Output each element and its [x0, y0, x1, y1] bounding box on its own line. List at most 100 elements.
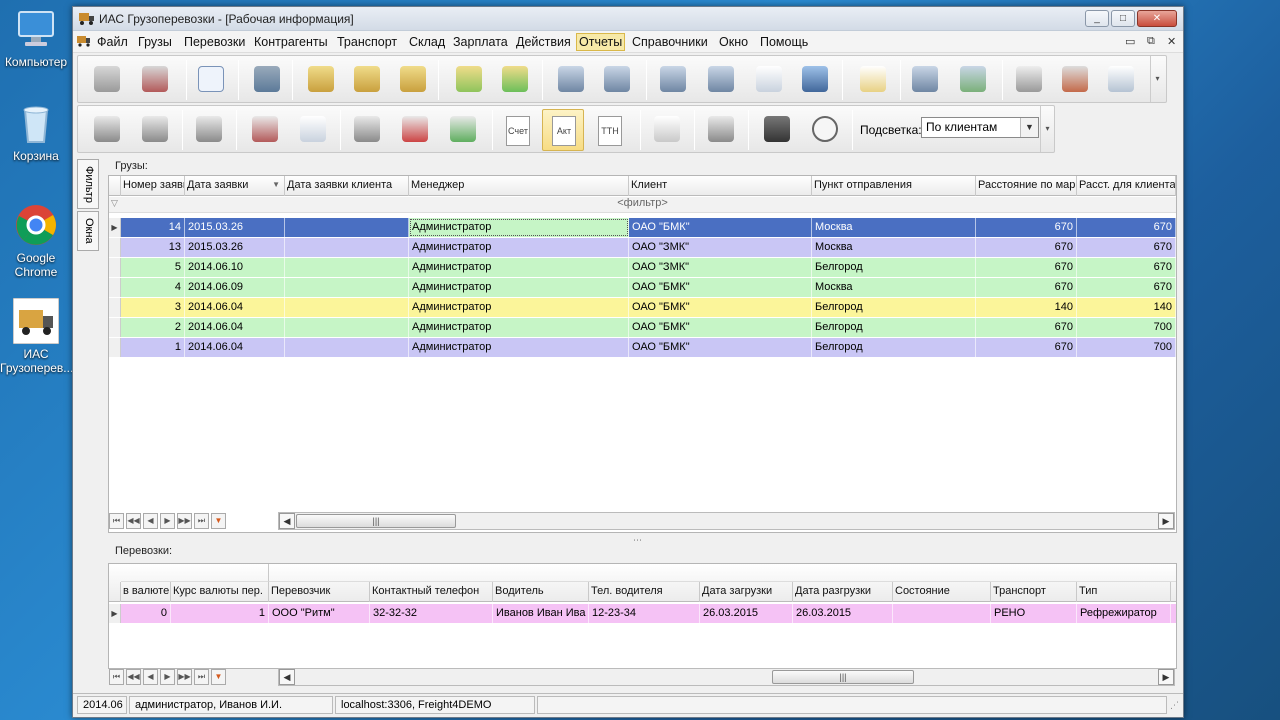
cell-client-distance[interactable]: 700 [1077, 338, 1176, 357]
tool-copy[interactable] [1104, 62, 1138, 96]
cell-vehicle[interactable]: РЕНО [991, 604, 1077, 623]
menu-counterparties[interactable]: Контрагенты [252, 35, 330, 49]
scroll-right-icon[interactable]: ▶ [1158, 669, 1174, 685]
nav-next-button[interactable]: ▶ [160, 669, 175, 685]
nav-prev-page-button[interactable]: ◀◀ [126, 669, 141, 685]
desktop-icon-computer[interactable]: Компьютер [0, 6, 72, 69]
col-driver[interactable]: Водитель [493, 582, 589, 602]
minimize-button[interactable]: _ [1085, 10, 1109, 27]
close-button[interactable]: ✕ [1137, 10, 1177, 27]
desktop-icon-recycle-bin[interactable]: Корзина [0, 100, 72, 163]
nav-next-page-button[interactable]: ▶▶ [177, 669, 192, 685]
col-state[interactable]: Состояние [893, 582, 991, 602]
cell-client-date[interactable] [285, 258, 409, 277]
table-row[interactable]: ▶ 0 1 ООО "Ритм" 32-32-32 Иванов Иван Ива 12-2… [109, 604, 1176, 624]
tool-exit[interactable] [250, 62, 284, 96]
tool-archive-up[interactable] [90, 62, 124, 96]
cell-client-date[interactable] [285, 318, 409, 337]
tool-users-check[interactable] [956, 62, 990, 96]
tool-box-move[interactable] [396, 62, 430, 96]
menu-reports[interactable]: Отчеты [576, 33, 626, 51]
menu-transportation[interactable]: Перевозки [182, 35, 247, 49]
table-row[interactable]: 2 2014.06.04 Администратор ОАО "БМК" Белгоро… [109, 318, 1176, 338]
cell-route-distance[interactable]: 670 [976, 258, 1077, 277]
nav-first-button[interactable]: ⏮ [109, 513, 124, 529]
cell-exchange-rate[interactable]: 1 [171, 604, 269, 623]
cell-origin[interactable]: Белгород [812, 318, 976, 337]
col-origin[interactable]: Пункт отправления [812, 176, 976, 196]
cell-request-number[interactable]: 5 [121, 258, 185, 277]
tool-cart-remove[interactable] [248, 112, 282, 146]
tool-users-card[interactable] [704, 62, 738, 96]
mdi-minimize-button[interactable]: ▭ [1125, 35, 1135, 48]
scroll-left-icon[interactable]: ◀ [279, 513, 295, 529]
cell-client-distance[interactable]: 670 [1077, 218, 1176, 237]
cell-manager[interactable]: Администратор [409, 278, 629, 297]
table-row[interactable]: ▶ 14 2015.03.26 Администратор ОАО "БМК" Москв… [109, 218, 1176, 238]
tool-recycle[interactable] [446, 112, 480, 146]
cell-request-date[interactable]: 2014.06.04 [185, 298, 285, 317]
cell-client[interactable]: ОАО "БМК" [629, 338, 812, 357]
cell-route-distance[interactable]: 140 [976, 298, 1077, 317]
nav-prev-button[interactable]: ◀ [143, 669, 158, 685]
cell-client-date[interactable] [285, 338, 409, 357]
scroll-left-icon[interactable]: ◀ [279, 669, 295, 685]
table-row[interactable]: 13 2015.03.26 Администратор ОАО "ЗМК" Москва… [109, 238, 1176, 258]
nav-prev-button[interactable]: ◀ [143, 513, 158, 529]
col-request-date[interactable]: Дата заявки ▼ [185, 176, 285, 196]
nav-prev-page-button[interactable]: ◀◀ [126, 513, 141, 529]
tool-refresh[interactable] [1012, 62, 1046, 96]
cell-request-number[interactable]: 3 [121, 298, 185, 317]
row-indicator[interactable] [109, 338, 121, 357]
cell-manager[interactable]: Администратор [409, 258, 629, 277]
menu-warehouse[interactable]: Склад [407, 35, 447, 49]
col-type[interactable]: Тип [1077, 582, 1171, 602]
tool-cart-settings[interactable] [192, 112, 226, 146]
cell-client-date[interactable] [285, 218, 409, 237]
cell-client-distance[interactable]: 670 [1077, 278, 1176, 297]
col-route-distance[interactable]: Расстояние по маршруту [976, 176, 1077, 196]
desktop-icon-ias[interactable]: ИАС Грузоперев... [0, 298, 73, 375]
menu-transport[interactable]: Транспорт [335, 35, 399, 49]
tab-filter[interactable]: Фильтр [77, 159, 99, 209]
cell-client-distance[interactable]: 140 [1077, 298, 1176, 317]
menu-file[interactable]: Файл [95, 35, 130, 49]
tool-truck[interactable] [798, 62, 832, 96]
tool-database-down[interactable] [138, 62, 172, 96]
tool-users[interactable] [656, 62, 690, 96]
tool-window[interactable] [194, 62, 228, 96]
cell-route-distance[interactable]: 670 [976, 318, 1077, 337]
tool-cart-back[interactable] [398, 112, 432, 146]
desktop-icon-chrome[interactable]: Google Chrome [0, 202, 72, 279]
cell-manager[interactable]: Администратор [409, 238, 629, 257]
cell-load-date[interactable]: 26.03.2015 [700, 604, 793, 623]
cell-request-date[interactable]: 2015.03.26 [185, 218, 285, 237]
col-manager[interactable]: Менеджер [409, 176, 629, 196]
tool-users-settings[interactable] [908, 62, 942, 96]
col-in-currency[interactable]: в валюте [121, 582, 171, 602]
tool-cart-search[interactable] [704, 112, 738, 146]
cell-client-date[interactable] [285, 238, 409, 257]
cargo-hscroll[interactable]: ◀ ||| ▶ [278, 512, 1175, 530]
chevron-down-icon[interactable]: ▼ [1020, 118, 1038, 137]
tool-user-money[interactable] [554, 62, 588, 96]
table-row[interactable]: 5 2014.06.10 Администратор ОАО "ЗМК" Белгоро… [109, 258, 1176, 278]
cell-request-number[interactable]: 14 [121, 218, 185, 237]
mdi-close-button[interactable]: ✕ [1167, 35, 1176, 48]
mdi-restore-button[interactable]: ⧉ [1147, 35, 1155, 48]
filter-row[interactable]: ▽ <фильтр> [109, 197, 1176, 213]
tool-documents[interactable] [752, 62, 786, 96]
nav-last-button[interactable]: ⏭ [194, 513, 209, 529]
row-indicator[interactable] [109, 258, 121, 277]
tool-cart-add[interactable] [90, 112, 124, 146]
scroll-thumb[interactable]: ||| [296, 514, 456, 528]
menu-references[interactable]: Справочники [630, 35, 710, 49]
waybill-button[interactable]: ТТН [598, 116, 622, 146]
col-request-number[interactable]: Номер заявки [121, 176, 185, 196]
cell-client-date[interactable] [285, 278, 409, 297]
cell-in-currency[interactable]: 0 [121, 604, 171, 623]
row-indicator[interactable]: ▶ [109, 218, 121, 237]
cell-request-date[interactable]: 2014.06.10 [185, 258, 285, 277]
cell-client[interactable]: ОАО "БМК" [629, 218, 812, 237]
menu-help[interactable]: Помощь [758, 35, 810, 49]
